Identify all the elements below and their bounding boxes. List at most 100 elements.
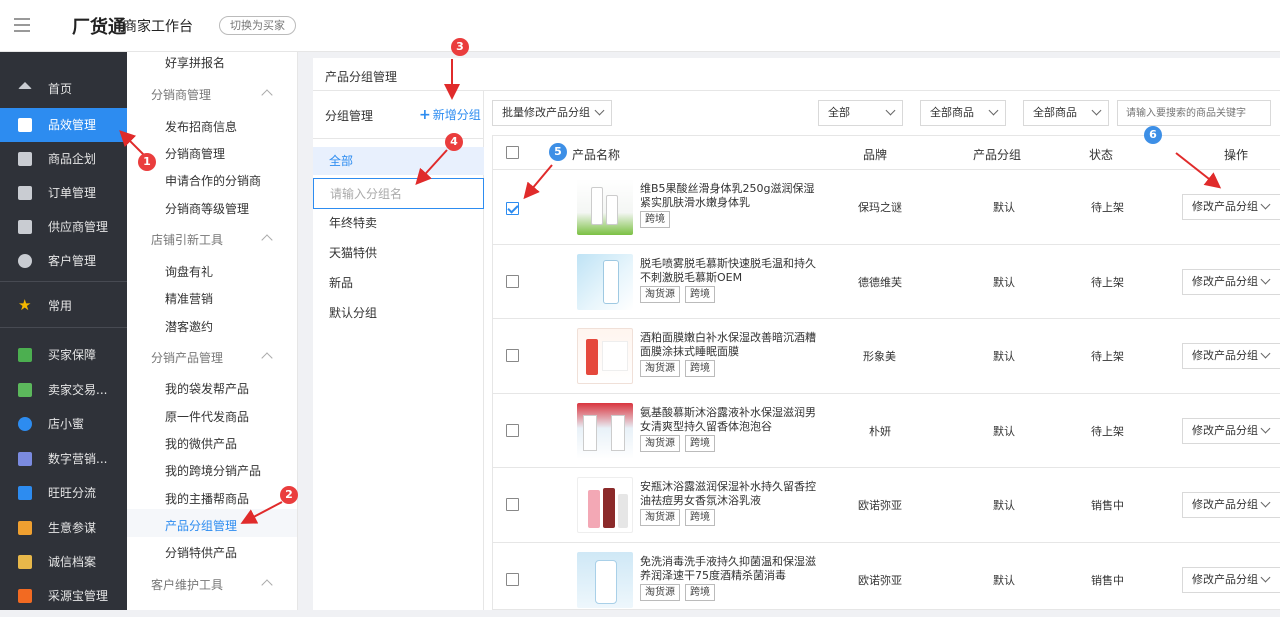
nav-item-label: 常用 — [48, 299, 72, 313]
nav-item-favorites[interactable]: ★ 常用 — [0, 289, 127, 323]
sub-item-group-buy[interactable]: 好享拼报名 — [165, 54, 225, 71]
dropdown-label: 修改产品分组 — [1192, 349, 1258, 362]
product-tags: 跨境 — [640, 211, 675, 228]
product-name[interactable]: 脱毛喷雾脱毛慕斯快速脱毛温和持久不刺激脱毛慕斯OEM — [640, 257, 820, 285]
group-item-all[interactable]: 全部 — [313, 147, 484, 175]
sub-item-product-group-manage[interactable]: 产品分组管理 — [165, 517, 237, 534]
product-table: 产品名称 品牌 产品分组 状态 操作 维B5果酸丝滑身体乳250g滋润保湿紧实肌… — [492, 135, 1280, 610]
filter-status-dropdown[interactable]: 全部 — [818, 100, 903, 126]
nav-item-shop-assistant[interactable]: 店小蜜 — [0, 407, 127, 441]
brand-cell: 欧诺弥亚 — [858, 497, 902, 513]
row-checkbox[interactable] — [506, 498, 519, 511]
sub-item[interactable]: 原一件代发商品 — [165, 408, 249, 425]
nav-item-digital-marketing[interactable]: 数字营销... — [0, 442, 127, 476]
brand-cell: 朴妍 — [869, 423, 891, 439]
add-group-label: 新增分组 — [433, 108, 481, 122]
modify-group-dropdown[interactable]: 修改产品分组 — [1182, 343, 1280, 369]
chevron-down-icon — [1261, 498, 1271, 508]
modify-group-dropdown[interactable]: 修改产品分组 — [1182, 269, 1280, 295]
modify-group-dropdown[interactable]: 修改产品分组 — [1182, 194, 1280, 220]
sub-item[interactable]: 精准营销 — [165, 290, 213, 307]
nav-item-performance[interactable]: 品效管理 — [0, 108, 127, 142]
status-cell: 待上架 — [1091, 199, 1124, 215]
filter-product-type-dropdown[interactable]: 全部商品 — [1023, 100, 1109, 126]
nav-item-customers[interactable]: 客户管理 — [0, 244, 127, 278]
sub-item[interactable]: 发布招商信息 — [165, 118, 237, 135]
nav-item-source-manage[interactable]: 采源宝管理 — [0, 579, 127, 613]
table-header: 产品名称 品牌 产品分组 状态 操作 — [493, 136, 1280, 170]
product-tags: 淘货源跨境 — [640, 435, 720, 452]
sub-group-title[interactable]: 分销产品管理 — [151, 349, 223, 366]
chevron-up-icon[interactable] — [261, 89, 272, 100]
sub-item[interactable]: 分销特供产品 — [165, 544, 237, 561]
nav-item-suppliers[interactable]: 供应商管理 — [0, 210, 127, 244]
sub-item[interactable]: 申请合作的分销商 — [165, 172, 261, 189]
row-checkbox[interactable] — [506, 573, 519, 586]
nav-item-home[interactable]: 首页 — [0, 72, 127, 106]
chevron-down-icon — [1261, 572, 1271, 582]
table-row: 安瓶沐浴露滋润保湿补水持久留香控油祛痘男女香氛沐浴乳液 淘货源跨境 欧诺弥亚 默… — [493, 468, 1280, 543]
product-name[interactable]: 免洗消毒洗手液持久抑菌温和保湿滋养润泽速干75度酒精杀菌消毒 — [640, 555, 820, 583]
group-panel-title: 分组管理 — [325, 107, 373, 124]
chevron-up-icon[interactable] — [261, 579, 272, 590]
batch-modify-group-dropdown[interactable]: 批量修改产品分组 — [492, 100, 612, 126]
chevron-down-icon — [1261, 274, 1271, 284]
group-name-input[interactable] — [313, 178, 484, 209]
dropdown-label: 修改产品分组 — [1192, 498, 1258, 511]
nav-item-planning[interactable]: 商品企划 — [0, 142, 127, 176]
sub-item[interactable]: 我的主播帮商品 — [165, 490, 249, 507]
row-checkbox[interactable] — [506, 202, 519, 215]
group-cell: 默认 — [993, 274, 1015, 290]
row-checkbox[interactable] — [506, 349, 519, 362]
brand-cell: 保玛之谜 — [858, 199, 902, 215]
sub-item[interactable]: 询盘有礼 — [165, 263, 213, 280]
sub-group-title[interactable]: 店铺引新工具 — [151, 231, 223, 248]
add-group-button[interactable]: +新增分组 — [419, 106, 481, 123]
sub-item[interactable]: 我的袋发帮产品 — [165, 380, 249, 397]
product-name[interactable]: 氨基酸慕斯沐浴露液补水保湿滋润男女清爽型持久留香体泡泡谷 — [640, 406, 820, 434]
product-search-input[interactable] — [1117, 100, 1271, 126]
status-cell: 待上架 — [1091, 274, 1124, 290]
sub-item[interactable]: 我的微供产品 — [165, 435, 237, 452]
trade-icon — [18, 383, 32, 397]
group-item[interactable]: 新品 — [313, 269, 484, 297]
row-checkbox[interactable] — [506, 424, 519, 437]
sub-item[interactable]: 潜客邀约 — [165, 318, 213, 335]
group-item[interactable]: 默认分组 — [313, 299, 484, 327]
chevron-up-icon[interactable] — [261, 234, 272, 245]
status-cell: 销售中 — [1091, 572, 1124, 588]
modify-group-dropdown[interactable]: 修改产品分组 — [1182, 418, 1280, 444]
modify-group-dropdown[interactable]: 修改产品分组 — [1182, 492, 1280, 518]
product-name[interactable]: 维B5果酸丝滑身体乳250g滋润保湿紧实肌肤滑水嫩身体乳 — [640, 182, 820, 210]
sub-group-title[interactable]: 客户维护工具 — [151, 576, 223, 593]
chevron-down-icon — [1261, 200, 1271, 210]
row-checkbox[interactable] — [506, 275, 519, 288]
nav-item-wangwang[interactable]: 旺旺分流 — [0, 476, 127, 510]
menu-toggle-icon[interactable] — [14, 18, 30, 32]
sub-item[interactable]: 分销商等级管理 — [165, 200, 249, 217]
group-item[interactable]: 天猫特供 — [313, 239, 484, 267]
nav-item-credit-file[interactable]: 诚信档案 — [0, 545, 127, 579]
nav-item-label: 供应商管理 — [48, 220, 108, 234]
nav-item-buyer-protection[interactable]: 买家保障 — [0, 338, 127, 372]
nav-item-orders[interactable]: 订单管理 — [0, 176, 127, 210]
table-row: 维B5果酸丝滑身体乳250g滋润保湿紧实肌肤滑水嫩身体乳 跨境 保玛之谜 默认 … — [493, 170, 1280, 245]
product-name[interactable]: 酒粕面膜嫩白补水保湿改善暗沉酒糟面膜涂抹式睡眠面膜 — [640, 331, 820, 359]
nav-divider — [0, 281, 127, 282]
chevron-down-icon — [1261, 423, 1271, 433]
nav-item-seller-trade[interactable]: 卖家交易... — [0, 373, 127, 407]
filter-product-dropdown[interactable]: 全部商品 — [920, 100, 1006, 126]
sub-item[interactable]: 分销商管理 — [165, 145, 225, 162]
sub-item[interactable]: 我的跨境分销产品 — [165, 462, 261, 479]
tag: 淘货源 — [640, 435, 680, 452]
product-name[interactable]: 安瓶沐浴露滋润保湿补水持久留香控油祛痘男女香氛沐浴乳液 — [640, 480, 820, 508]
sub-group-title[interactable]: 分销商管理 — [151, 86, 211, 103]
nav-item-label: 客户管理 — [48, 254, 96, 268]
switch-to-buyer-button[interactable]: 切换为买家 — [219, 16, 296, 35]
chevron-up-icon[interactable] — [261, 352, 272, 363]
group-item[interactable]: 年终特卖 — [313, 209, 484, 237]
modify-group-dropdown[interactable]: 修改产品分组 — [1182, 567, 1280, 593]
select-all-checkbox[interactable] — [506, 146, 519, 159]
top-bar: 厂货通 商家工作台 切换为买家 — [0, 0, 1280, 52]
nav-item-business-advisor[interactable]: 生意参谋 — [0, 511, 127, 545]
